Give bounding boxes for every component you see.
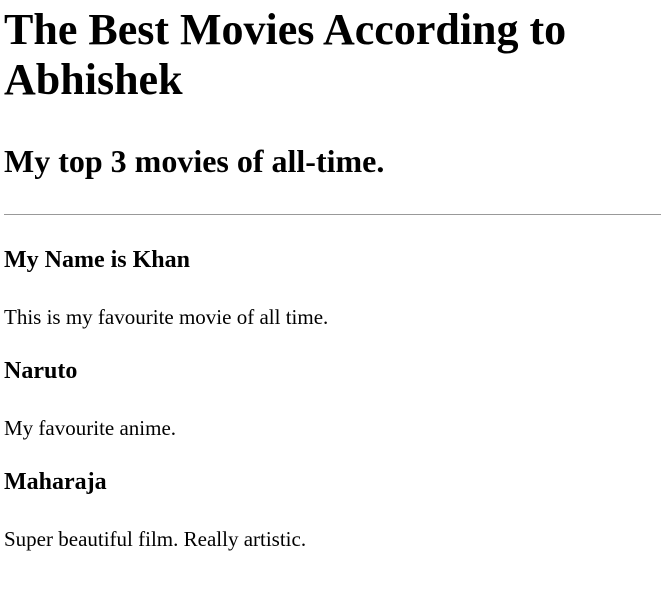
movie-title: Maharaja	[4, 469, 107, 495]
movie-item: Maharaja Super beautiful film. Really ar…	[4, 467, 661, 552]
page-subtitle: My top 3 movies of all-time.	[4, 143, 385, 179]
divider	[4, 214, 661, 215]
movie-description: This is my favourite movie of all time.	[4, 305, 329, 329]
movie-description: My favourite anime.	[4, 416, 177, 440]
movie-description: Super beautiful film. Really artistic.	[4, 527, 307, 551]
movie-title: Naruto	[4, 358, 78, 384]
page-title: The Best Movies According to Abhishek	[4, 5, 567, 104]
movie-item: Naruto My favourite anime.	[4, 356, 661, 441]
movie-title: My Name is Khan	[4, 247, 190, 273]
movie-item: My Name is Khan This is my favourite mov…	[4, 245, 661, 330]
